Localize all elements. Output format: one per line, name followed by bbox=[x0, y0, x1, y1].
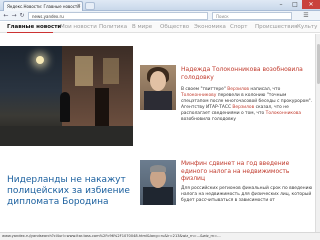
story1-snippet: В своем "твиттере" Верзилов написал, что… bbox=[140, 87, 314, 123]
nav-item-society[interactable]: Общество bbox=[160, 22, 189, 33]
nav-item-politics[interactable]: Политика bbox=[99, 22, 127, 33]
story1-title[interactable]: Надежда Толоконникова возобновила голодо… bbox=[181, 66, 313, 81]
scrollbar[interactable] bbox=[315, 34, 320, 232]
browser-toolbar: ← → ↻ news.yandex.ru Поиск ☰ bbox=[0, 11, 320, 21]
nav-item-world[interactable]: В мире bbox=[132, 22, 152, 33]
photo-hair bbox=[150, 165, 166, 172]
snippet-text: возобновила голодовку bbox=[181, 117, 236, 122]
nav-item-my-news[interactable]: Мои новости bbox=[60, 22, 97, 33]
forward-arrow-icon[interactable]: → bbox=[10, 12, 18, 20]
reload-icon[interactable]: ↻ bbox=[18, 12, 26, 20]
nav-item-culture[interactable]: Культу bbox=[297, 22, 317, 33]
snippet-text: написал, что bbox=[249, 87, 281, 92]
person-silhouette bbox=[60, 92, 70, 122]
browser-tab[interactable]: Яндекс.Новости: Главные новости ✕ bbox=[3, 1, 83, 11]
lead-news-image[interactable] bbox=[0, 46, 133, 146]
lead-headline[interactable]: Нидерланды не накажут полицейских за изб… bbox=[7, 175, 137, 208]
active-tab-indicator bbox=[7, 32, 53, 33]
close-tab-icon[interactable]: ✕ bbox=[77, 2, 81, 11]
snippet-link[interactable]: Верзилов bbox=[232, 105, 254, 110]
maximize-icon[interactable]: □ bbox=[288, 0, 302, 9]
snippet-link[interactable]: Верзилов bbox=[227, 87, 249, 92]
window-titlebar: Яндекс.Новости: Главные новости ✕ – □ ✕ bbox=[0, 0, 320, 11]
nav-item-incidents[interactable]: Происшествия bbox=[255, 22, 297, 33]
door-shape bbox=[95, 88, 109, 126]
nav-item-sport[interactable]: Спорт bbox=[230, 22, 248, 33]
story2-snippet: Для российских регионов финальный срок п… bbox=[181, 186, 313, 203]
back-arrow-icon[interactable]: ← bbox=[2, 12, 10, 20]
close-window-icon[interactable]: ✕ bbox=[302, 0, 320, 9]
ground-shape bbox=[0, 126, 133, 146]
street-lamp bbox=[36, 56, 44, 64]
lit-window bbox=[75, 56, 93, 86]
snippet-link[interactable]: Толоконникова bbox=[266, 111, 301, 116]
snippet-text: В своем "твиттере" bbox=[181, 87, 228, 92]
search-input[interactable]: Поиск bbox=[212, 12, 292, 20]
address-bar[interactable]: news.yandex.ru bbox=[28, 12, 208, 20]
status-bar: www.yandex.ru/yandsearch?cl4url=www.itar… bbox=[0, 232, 320, 240]
menu-icon[interactable]: ☰ bbox=[300, 12, 312, 20]
snippet-link[interactable]: Толоконникову bbox=[181, 93, 216, 98]
tab-title: Яндекс.Новости: Главные новости bbox=[7, 4, 80, 9]
lit-window bbox=[103, 58, 119, 84]
nav-item-economy[interactable]: Экономика bbox=[194, 22, 226, 33]
category-nav: Главные новости Мои новости Политика В м… bbox=[0, 22, 320, 33]
new-tab-button[interactable] bbox=[85, 2, 95, 10]
story2-title[interactable]: Минфин сдвинет на год введение единого н… bbox=[181, 160, 313, 183]
minimize-icon[interactable]: – bbox=[274, 0, 288, 9]
